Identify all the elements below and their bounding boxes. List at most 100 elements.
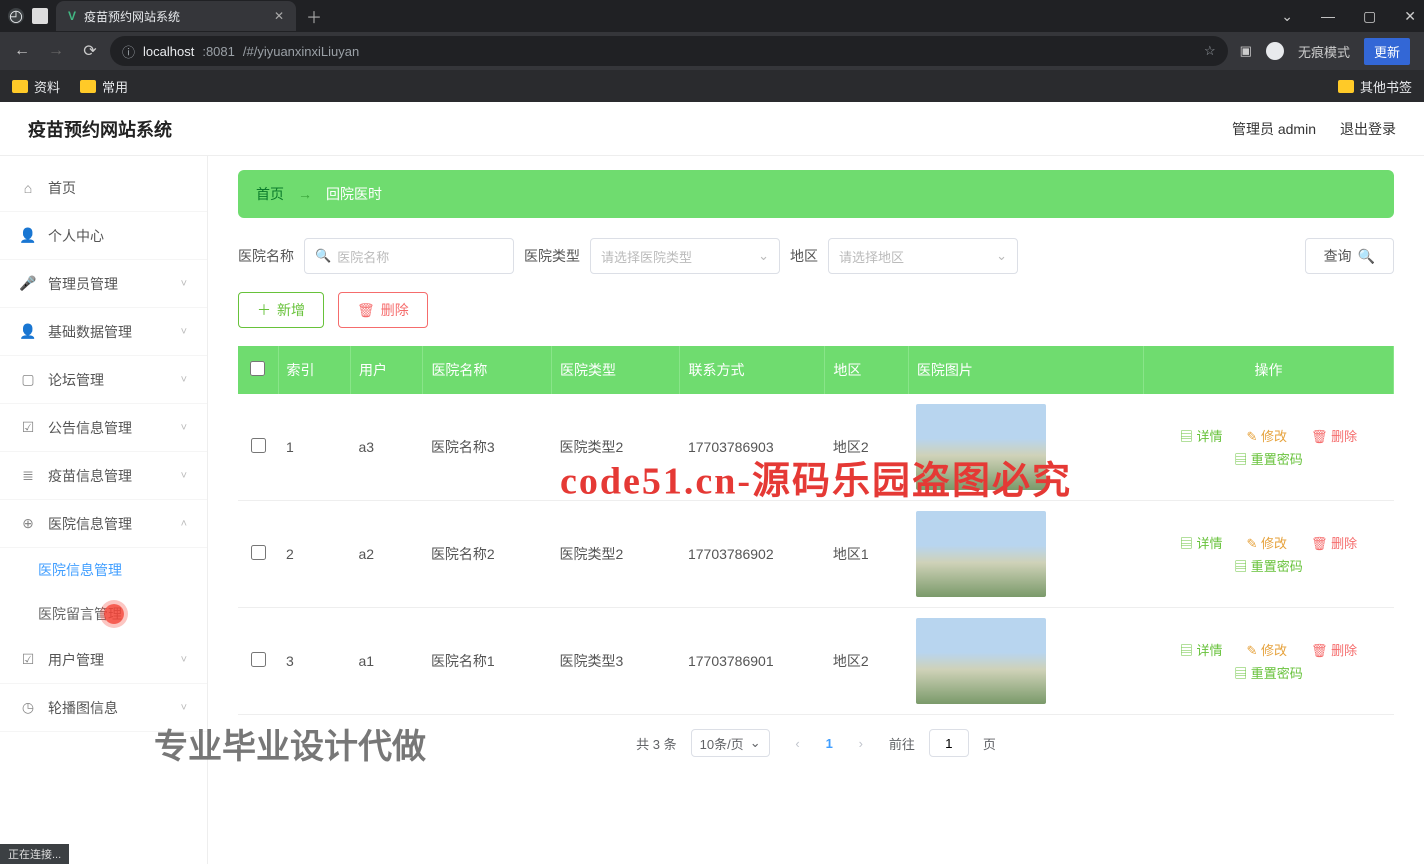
cell-user: a2 bbox=[350, 501, 422, 608]
cell-image bbox=[908, 608, 1143, 715]
addr-right: ▣ 无痕模式 更新 bbox=[1234, 38, 1416, 65]
add-button[interactable]: ＋新增 bbox=[238, 292, 324, 328]
new-tab-button[interactable]: ＋ bbox=[306, 4, 322, 28]
breadcrumb-home[interactable]: 首页 bbox=[256, 184, 284, 204]
logout-link[interactable]: 退出登录 bbox=[1340, 119, 1396, 139]
cell-name: 医院名称2 bbox=[423, 501, 552, 608]
op-edit[interactable]: ✎ 修改 bbox=[1246, 640, 1287, 659]
arrow-right-icon: → bbox=[298, 186, 312, 202]
chevron-down-icon: ˅ bbox=[181, 470, 187, 482]
op-delete[interactable]: 🗑 删除 bbox=[1311, 426, 1357, 445]
close-window-icon[interactable]: ✕ bbox=[1404, 8, 1416, 25]
cell-name: 医院名称3 bbox=[423, 394, 552, 501]
browser-tab[interactable]: V 疫苗预约网站系统 ✕ bbox=[56, 1, 296, 31]
op-reset[interactable]: ▤ 重置密码 bbox=[1234, 449, 1303, 468]
col-area: 地区 bbox=[825, 346, 908, 394]
update-button[interactable]: 更新 bbox=[1364, 38, 1410, 65]
sidebar-sub-医院留言管理[interactable]: 医院留言管理 bbox=[0, 592, 207, 636]
search-button[interactable]: 查询🔍 bbox=[1305, 238, 1394, 274]
sidebar-item-轮播图信息[interactable]: ◷轮播图信息˅ bbox=[0, 684, 207, 732]
cell-ops: ▤ 详情 ✎ 修改 🗑 删除 ▤ 重置密码 bbox=[1144, 394, 1394, 501]
filter-area-select[interactable]: 请选择地区⌄ bbox=[828, 238, 1018, 274]
sidebar-item-管理员管理[interactable]: 🎤管理员管理˅ bbox=[0, 260, 207, 308]
row-checkbox[interactable] bbox=[251, 652, 266, 667]
pager-size-select[interactable]: 10条/页⌄ bbox=[691, 729, 770, 757]
hospital-image bbox=[916, 511, 1046, 597]
sidebar-item-label: 论坛管理 bbox=[48, 370, 104, 390]
select-all-checkbox[interactable] bbox=[250, 361, 265, 376]
op-edit[interactable]: ✎ 修改 bbox=[1246, 426, 1287, 445]
reload-button[interactable]: ⟳ bbox=[76, 41, 104, 61]
filter-name-input[interactable]: 🔍医院名称 bbox=[304, 238, 514, 274]
sidebar-item-公告信息管理[interactable]: ☑公告信息管理˅ bbox=[0, 404, 207, 452]
sidebar-item-基础数据管理[interactable]: 👤基础数据管理˅ bbox=[0, 308, 207, 356]
pager-next[interactable]: › bbox=[847, 729, 875, 757]
op-reset[interactable]: ▤ 重置密码 bbox=[1234, 663, 1303, 682]
pager-goto-input[interactable] bbox=[929, 729, 969, 757]
window-controls: ⌄ — ▢ ✕ bbox=[1281, 8, 1416, 25]
filter-area-label: 地区 bbox=[790, 246, 818, 266]
col-phone: 联系方式 bbox=[680, 346, 825, 394]
row-checkbox[interactable] bbox=[251, 438, 266, 453]
op-delete[interactable]: 🗑 删除 bbox=[1311, 640, 1357, 659]
bookmark-folder-b[interactable]: 常用 bbox=[80, 77, 128, 96]
bookmark-folder-a[interactable]: 资料 bbox=[12, 77, 60, 96]
tab-history-icon[interactable]: ◴ bbox=[8, 8, 24, 24]
op-reset[interactable]: ▤ 重置密码 bbox=[1234, 556, 1303, 575]
pager-prev[interactable]: ‹ bbox=[784, 729, 812, 757]
op-detail[interactable]: ▤ 详情 bbox=[1180, 533, 1223, 552]
op-detail[interactable]: ▤ 详情 bbox=[1180, 426, 1223, 445]
sidebar-sub-医院信息管理[interactable]: 医院信息管理 bbox=[0, 548, 207, 592]
filter-name-label: 医院名称 bbox=[238, 246, 294, 266]
cell-area: 地区2 bbox=[825, 608, 908, 715]
chevron-up-icon: ˄ bbox=[181, 518, 187, 530]
sidebar-item-label: 首页 bbox=[48, 178, 76, 198]
bookmark-other[interactable]: 其他书签 bbox=[1338, 77, 1412, 96]
close-tab-icon[interactable]: ✕ bbox=[274, 9, 284, 23]
op-detail[interactable]: ▤ 详情 bbox=[1180, 640, 1223, 659]
filter-row: 医院名称 🔍医院名称 医院类型 请选择医院类型⌄ 地区 请选择地区⌄ 查询🔍 bbox=[238, 238, 1394, 274]
tab-title: 疫苗预约网站系统 bbox=[84, 8, 180, 25]
minimize-icon[interactable]: — bbox=[1321, 8, 1335, 25]
cell-ops: ▤ 详情 ✎ 修改 🗑 删除 ▤ 重置密码 bbox=[1144, 501, 1394, 608]
table-row: 3 a1 医院名称1 医院类型3 17703786901 地区2 ▤ 详情 ✎ … bbox=[238, 608, 1394, 715]
maximize-icon[interactable]: ▢ bbox=[1363, 8, 1376, 25]
cell-type: 医院类型2 bbox=[551, 394, 680, 501]
app: 疫苗预约网站系统 管理员 admin 退出登录 ⌂首页👤个人中心🎤管理员管理˅👤… bbox=[0, 102, 1424, 864]
sidebar-item-label: 医院信息管理 bbox=[48, 514, 132, 534]
url-path: /#/yiyuanxinxiLiuyan bbox=[243, 44, 359, 59]
chevron-down-icon[interactable]: ⌄ bbox=[1281, 8, 1293, 25]
header-right: 管理员 admin 退出登录 bbox=[1232, 119, 1396, 139]
op-edit[interactable]: ✎ 修改 bbox=[1246, 533, 1287, 552]
url-port: :8081 bbox=[202, 44, 235, 59]
op-delete[interactable]: 🗑 删除 bbox=[1311, 533, 1357, 552]
main-content: 首页 → 回院医时 医院名称 🔍医院名称 医院类型 请选择医院类型⌄ 地区 请选… bbox=[208, 156, 1424, 864]
current-user: 管理员 admin bbox=[1232, 119, 1316, 139]
url-input[interactable]: ⓘ localhost:8081/#/yiyuanxinxiLiuyan ☆ bbox=[110, 36, 1228, 66]
back-button[interactable]: ← bbox=[8, 42, 36, 60]
sidebar-item-论坛管理[interactable]: ▢论坛管理˅ bbox=[0, 356, 207, 404]
filter-type-select[interactable]: 请选择医院类型⌄ bbox=[590, 238, 780, 274]
forward-button[interactable]: → bbox=[42, 42, 70, 60]
sidebar-item-疫苗信息管理[interactable]: ≣疫苗信息管理˅ bbox=[0, 452, 207, 500]
select-all-header bbox=[238, 346, 278, 394]
user-plus-icon: 👤 bbox=[20, 324, 36, 340]
extensions-icon[interactable]: ▣ bbox=[1240, 43, 1252, 59]
sidebar-item-个人中心[interactable]: 👤个人中心 bbox=[0, 212, 207, 260]
star-icon[interactable]: ☆ bbox=[1204, 43, 1216, 59]
table-head: 索引 用户 医院名称 医院类型 联系方式 地区 医院图片 操作 bbox=[238, 346, 1394, 394]
cell-index: 3 bbox=[278, 608, 350, 715]
pager-current[interactable]: 1 bbox=[826, 736, 833, 751]
delete-button[interactable]: 🗑删除 bbox=[338, 292, 428, 328]
address-bar: ← → ⟳ ⓘ localhost:8081/#/yiyuanxinxiLiuy… bbox=[0, 32, 1424, 70]
sidebar-item-用户管理[interactable]: ☑用户管理˅ bbox=[0, 636, 207, 684]
sidebar-item-医院信息管理[interactable]: ⊕医院信息管理˄ bbox=[0, 500, 207, 548]
cell-phone: 17703786901 bbox=[680, 608, 825, 715]
chevron-down-icon: ⌄ bbox=[750, 735, 761, 751]
clock-icon: ◷ bbox=[20, 700, 36, 716]
table-body: 1 a3 医院名称3 医院类型2 17703786903 地区2 ▤ 详情 ✎ … bbox=[238, 394, 1394, 715]
cell-area: 地区1 bbox=[825, 501, 908, 608]
row-checkbox[interactable] bbox=[251, 545, 266, 560]
folder-icon bbox=[1338, 80, 1354, 93]
sidebar-item-首页[interactable]: ⌂首页 bbox=[0, 164, 207, 212]
